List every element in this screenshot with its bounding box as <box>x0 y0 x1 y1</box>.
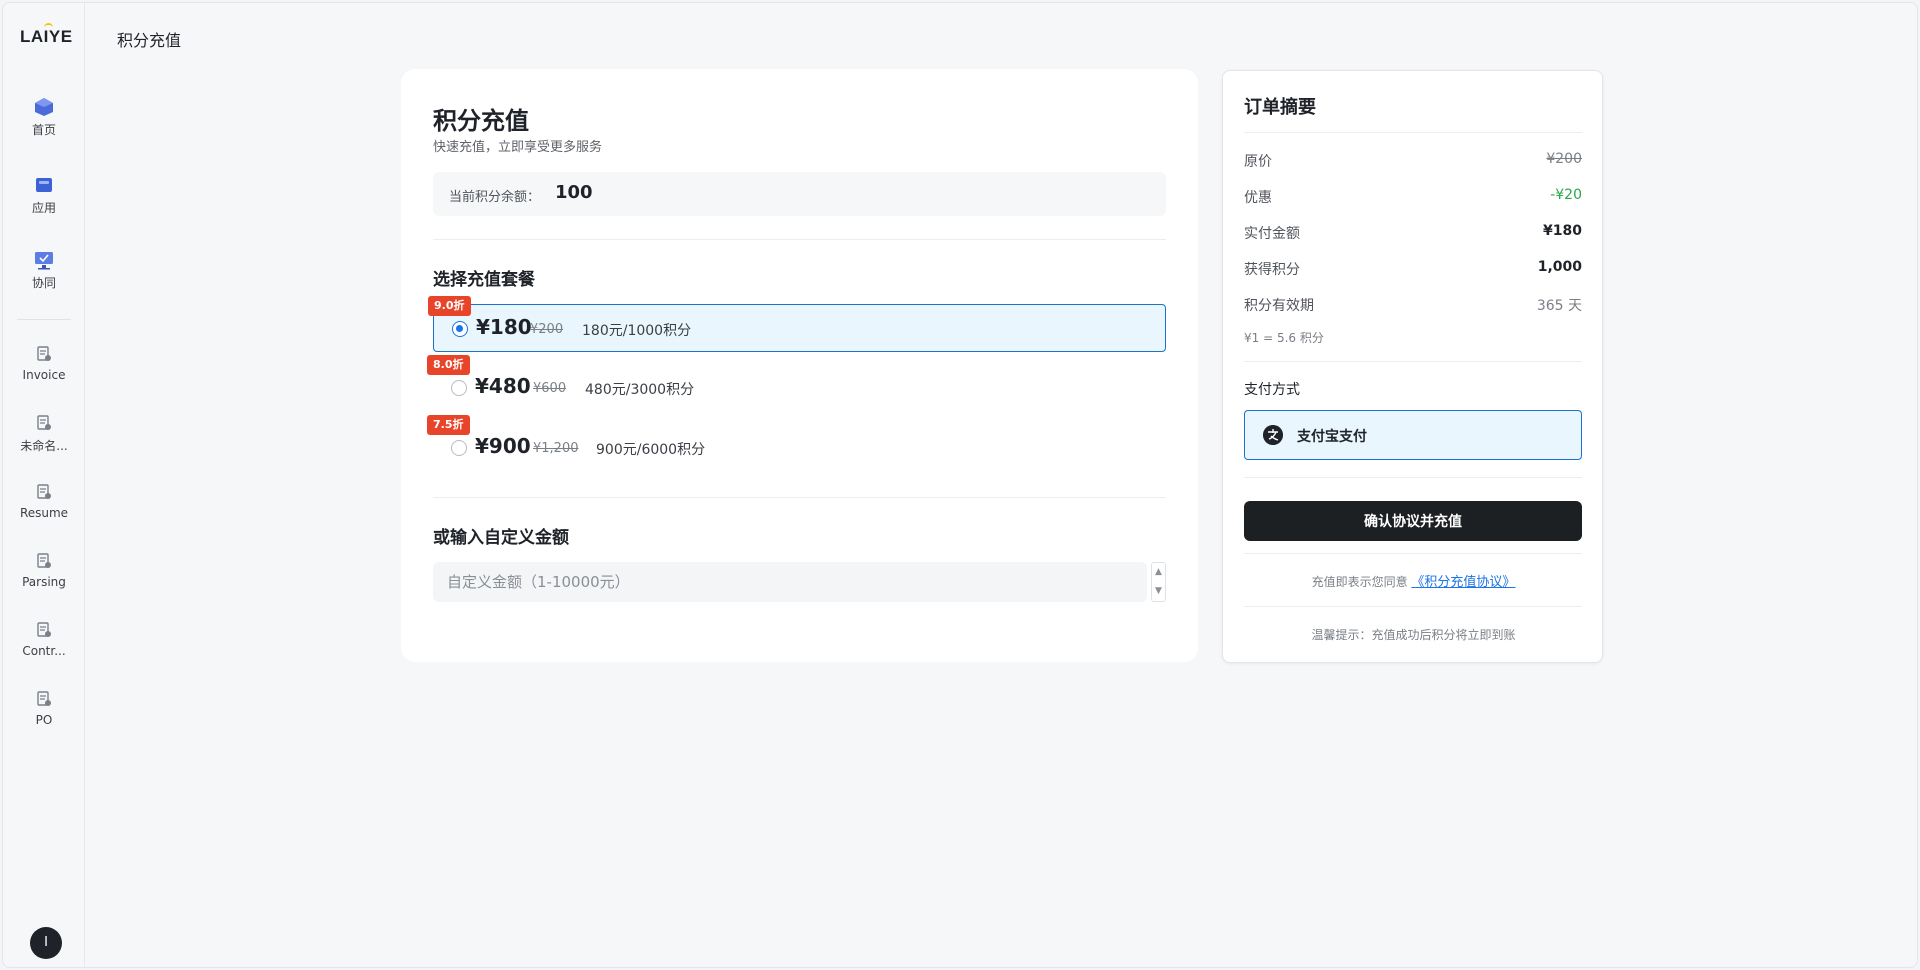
sidebar-item-label: Invoice <box>22 368 66 382</box>
package-option-480[interactable]: 8.0折 ¥480 ¥600 480元/3000积分 <box>427 355 1166 412</box>
row-label: 原价 <box>1244 154 1272 170</box>
logo-text: LAIYE <box>20 27 73 46</box>
summary-row-paid-amount: 实付金额 ¥180 <box>1244 223 1582 243</box>
summary-row-discount: 优惠 -¥20 <box>1244 187 1582 207</box>
page-title: 积分充值 <box>117 31 182 50</box>
package-price: ¥900 <box>475 434 531 458</box>
summary-row-points: 获得积分 1,000 <box>1244 259 1582 279</box>
package-desc: 180元/1000积分 <box>582 323 692 339</box>
sidebar-item-untitled[interactable]: 未命名... <box>3 413 85 454</box>
document-icon <box>37 553 51 568</box>
sidebar-item-label: 首页 <box>31 123 56 137</box>
package-original-price: ¥1,200 <box>533 441 579 456</box>
amount-stepper[interactable]: ▲ ▼ <box>1151 562 1166 602</box>
custom-amount-title: 或输入自定义金额 <box>433 528 569 548</box>
tip-text: 温馨提示：充值成功后积分将立即到账 <box>1311 628 1516 642</box>
package-radio[interactable] <box>451 380 467 396</box>
recharge-title: 积分充值 <box>433 107 529 135</box>
recharge-card: 积分充值 快速充值，立即享受更多服务 当前积分余额： 100 选择充值套餐 9.… <box>401 69 1198 662</box>
row-value: ¥180 <box>1543 223 1582 239</box>
alipay-icon <box>1263 425 1283 445</box>
sidebar-item-label: 未命名... <box>20 439 68 453</box>
sidebar-divider <box>17 319 71 320</box>
custom-amount-input[interactable] <box>433 562 1147 602</box>
document-icon <box>37 691 51 706</box>
agreement-prefix: 充值即表示您同意 <box>1311 575 1408 589</box>
summary-divider <box>1244 553 1582 554</box>
sidebar-item-po[interactable]: PO <box>3 689 85 727</box>
summary-title: 订单摘要 <box>1244 97 1316 118</box>
summary-row-validity: 积分有效期 365 天 <box>1244 295 1582 315</box>
row-label: 实付金额 <box>1244 226 1300 242</box>
sidebar: LAIYE 首页 应用 协同 Invoice 未命名... Resume Par… <box>3 3 85 967</box>
package-option-900[interactable]: 7.5折 ¥900 ¥1,200 900元/6000积分 <box>427 415 1166 472</box>
apps-icon <box>36 178 52 192</box>
sidebar-item-home[interactable]: 首页 <box>3 97 85 138</box>
sidebar-item-invoice[interactable]: Invoice <box>3 344 85 382</box>
balance-box: 当前积分余额： 100 <box>433 172 1166 216</box>
laiye-logo[interactable]: LAIYE <box>20 23 73 47</box>
packages-title: 选择充值套餐 <box>433 270 535 290</box>
sidebar-item-label: Contr... <box>22 644 66 658</box>
summary-divider <box>1244 132 1582 133</box>
balance-value: 100 <box>555 182 593 203</box>
summary-divider <box>1244 606 1582 607</box>
sidebar-item-label: PO <box>35 713 53 727</box>
payment-option-label: 支付宝支付 <box>1297 429 1367 445</box>
sidebar-item-resume[interactable]: Resume <box>3 482 85 520</box>
app-frame: LAIYE 首页 应用 协同 Invoice 未命名... Resume Par… <box>2 2 1918 968</box>
row-label: 优惠 <box>1244 190 1272 206</box>
package-option-180[interactable]: 9.0折 ¥180 ¥200 180元/1000积分 <box>428 296 1166 352</box>
order-summary-card: 订单摘要 原价 ¥200 优惠 -¥20 实付金额 ¥180 获得积分 1,00… <box>1222 70 1603 663</box>
sidebar-item-apps[interactable]: 应用 <box>3 175 85 216</box>
logo-accent <box>44 23 53 28</box>
sidebar-item-label: 应用 <box>31 201 56 215</box>
package-original-price: ¥600 <box>533 381 567 396</box>
document-icon <box>37 346 51 361</box>
stepper-down-icon[interactable]: ▼ <box>1152 582 1165 601</box>
payment-method-label: 支付方式 <box>1244 382 1300 398</box>
row-value: -¥20 <box>1550 187 1582 203</box>
discount-badge: 9.0折 <box>428 296 471 316</box>
package-desc: 900元/6000积分 <box>596 442 706 458</box>
home-icon <box>35 98 53 116</box>
sidebar-item-parsing[interactable]: Parsing <box>3 551 85 589</box>
collab-icon <box>35 252 53 270</box>
payment-option-alipay[interactable]: 支付宝支付 <box>1244 410 1582 460</box>
section-divider <box>433 497 1166 498</box>
package-radio[interactable] <box>452 321 468 337</box>
agreement-note: 充值即表示您同意 《积分充值协议》 <box>1223 571 1604 590</box>
stepper-up-icon[interactable]: ▲ <box>1152 563 1165 582</box>
document-icon <box>37 622 51 637</box>
user-avatar[interactable]: I <box>30 927 62 959</box>
row-value: 1,000 <box>1537 259 1582 275</box>
row-label: 获得积分 <box>1244 262 1300 278</box>
discount-badge: 8.0折 <box>427 355 470 375</box>
row-value: ¥200 <box>1546 151 1582 167</box>
recharge-subtitle: 快速充值，立即享受更多服务 <box>433 140 603 155</box>
package-price: ¥480 <box>475 374 531 398</box>
package-price: ¥180 <box>476 315 532 339</box>
balance-label: 当前积分余额： <box>449 190 541 205</box>
sidebar-item-collab[interactable]: 协同 <box>3 250 85 291</box>
package-original-price: ¥200 <box>530 322 564 337</box>
sidebar-item-label: 协同 <box>31 276 56 290</box>
sidebar-item-label: Parsing <box>22 575 66 589</box>
row-label: 积分有效期 <box>1244 298 1314 314</box>
sidebar-item-label: Resume <box>19 506 69 520</box>
package-desc: 480元/3000积分 <box>585 382 695 398</box>
discount-badge: 7.5折 <box>427 415 470 435</box>
sidebar-item-contract[interactable]: Contr... <box>3 620 85 658</box>
section-divider <box>433 239 1166 240</box>
confirm-recharge-button[interactable]: 确认协议并充值 <box>1244 501 1582 541</box>
exchange-rate: ¥1 = 5.6 积分 <box>1244 331 1324 345</box>
document-icon <box>37 484 51 499</box>
summary-divider <box>1244 361 1582 362</box>
agreement-link[interactable]: 《积分充值协议》 <box>1411 575 1515 590</box>
package-radio[interactable] <box>451 440 467 456</box>
summary-row-original-price: 原价 ¥200 <box>1244 151 1582 171</box>
document-icon <box>37 415 51 430</box>
summary-divider <box>1244 477 1582 478</box>
row-value: 365 天 <box>1536 298 1582 314</box>
